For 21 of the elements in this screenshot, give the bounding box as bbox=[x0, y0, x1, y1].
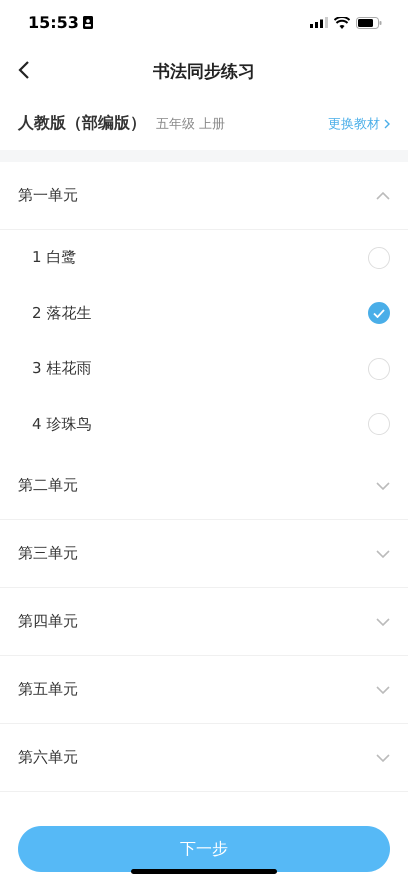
unit-header[interactable]: 第六单元 bbox=[0, 724, 408, 792]
contact-card-icon bbox=[82, 16, 93, 29]
unit-header[interactable]: 第五单元 bbox=[0, 656, 408, 724]
lesson-label: 4 珍珠鸟 bbox=[32, 414, 92, 434]
page-title: 书法同步练习 bbox=[153, 60, 255, 82]
chevron-right-icon bbox=[384, 118, 390, 128]
status-time: 15:53 bbox=[28, 13, 79, 32]
grade-label: 五年级 上册 bbox=[156, 116, 226, 132]
lesson-label: 3 桂花雨 bbox=[32, 359, 92, 378]
radio-button[interactable] bbox=[368, 302, 390, 324]
lesson-label: 1 白鹭 bbox=[32, 248, 76, 268]
textbook-name: 人教版（部编版） bbox=[18, 113, 146, 134]
unit-header[interactable]: 第四单元 bbox=[0, 588, 408, 656]
wifi-icon bbox=[334, 16, 350, 28]
unit-header[interactable]: 第一单元 bbox=[0, 162, 408, 230]
signal-icon bbox=[310, 17, 328, 28]
unit-header[interactable]: 第二单元 bbox=[0, 452, 408, 520]
battery-icon bbox=[356, 16, 382, 28]
checkmark-icon bbox=[373, 308, 385, 318]
unit-header[interactable]: 第三单元 bbox=[0, 520, 408, 588]
lesson-label: 2 落花生 bbox=[32, 304, 92, 323]
